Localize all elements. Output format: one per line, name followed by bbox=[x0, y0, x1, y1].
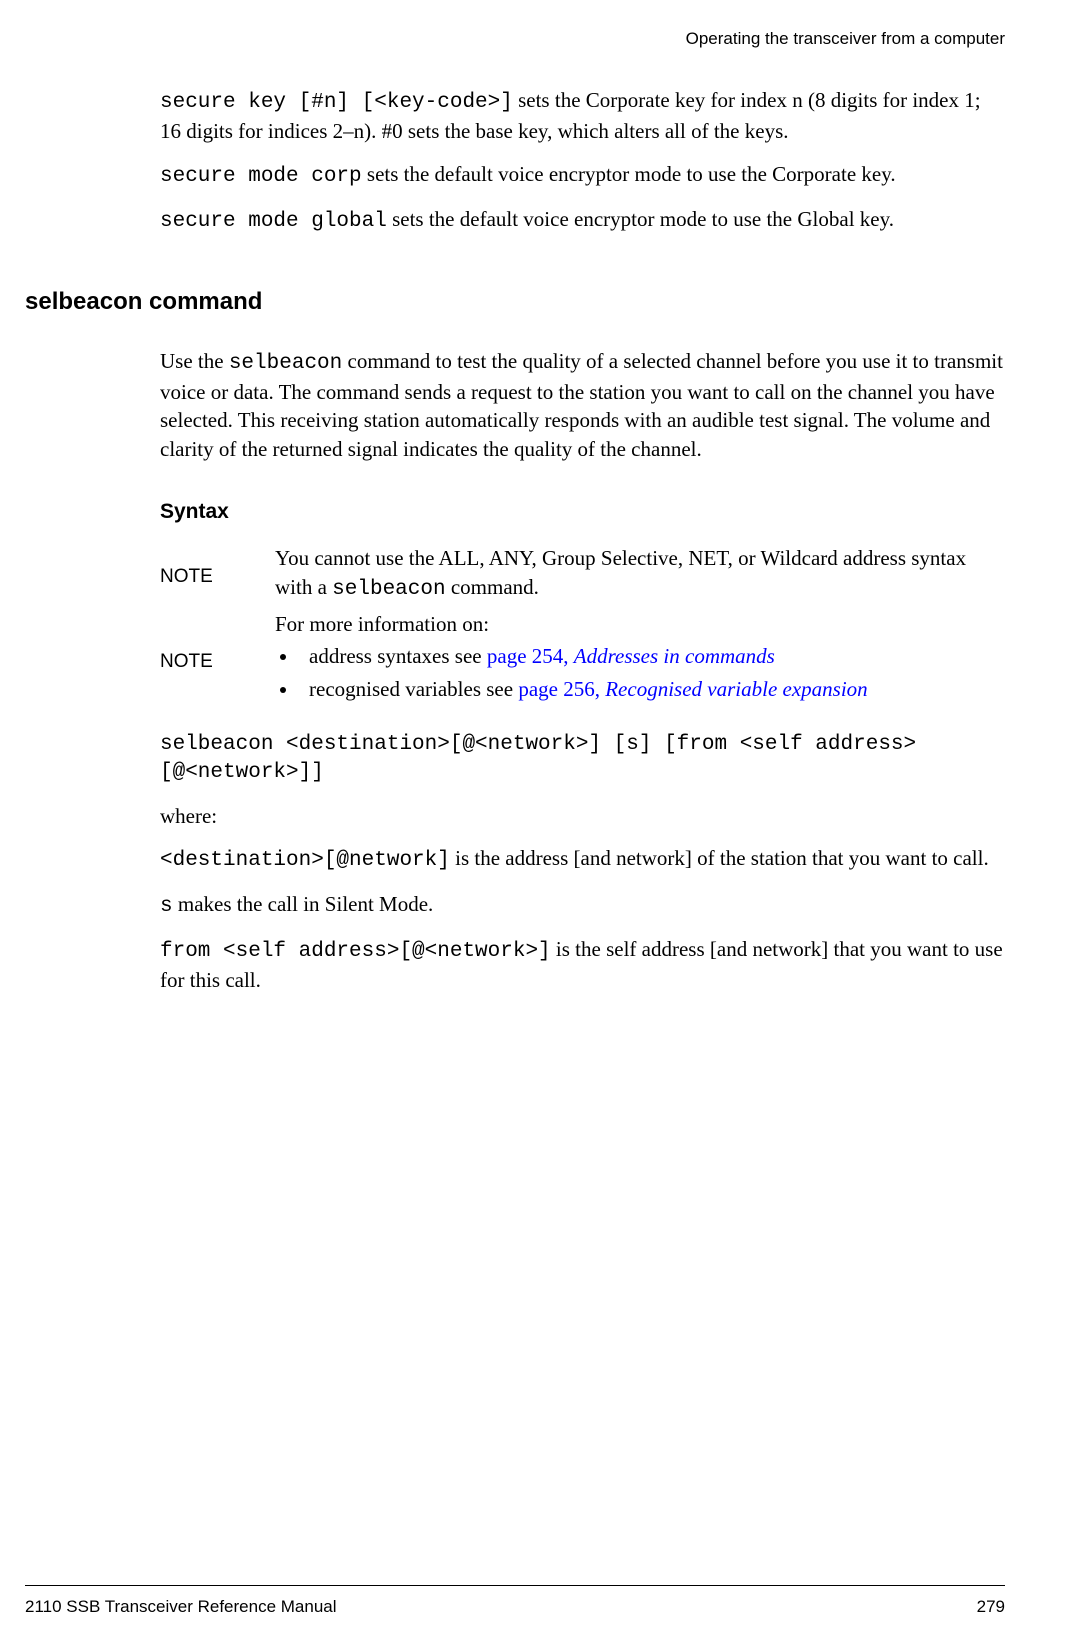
section-title: selbeacon command bbox=[25, 286, 1005, 318]
section-body: Use the selbeacon command to test the qu… bbox=[160, 347, 1005, 995]
note-content-1: You cannot use the ALL, ANY, Group Selec… bbox=[275, 544, 1005, 610]
notes-table: NOTE You cannot use the ALL, ANY, Group … bbox=[160, 544, 1005, 713]
intro-block: secure key [#n] [<key-code>] sets the Co… bbox=[160, 86, 1005, 236]
secure-mode-corp-cmd: secure mode corp bbox=[160, 165, 362, 188]
section-description: Use the selbeacon command to test the qu… bbox=[160, 347, 1005, 463]
def2-cmd: s bbox=[160, 895, 173, 918]
header-chapter: Operating the transceiver from a compute… bbox=[25, 28, 1005, 51]
intro-para-1: secure key [#n] [<key-code>] sets the Co… bbox=[160, 86, 1005, 146]
note2-bullet-2: recognised variables see page 256, Recog… bbox=[299, 675, 1005, 703]
def1-rest: is the address [and network] of the stat… bbox=[450, 846, 989, 870]
page-container: Operating the transceiver from a compute… bbox=[0, 0, 1065, 1639]
note-label-1: NOTE bbox=[160, 544, 275, 610]
definition-1: <destination>[@network] is the address [… bbox=[160, 844, 1005, 875]
note2-intro: For more information on: bbox=[275, 610, 1005, 638]
link-addresses[interactable]: page 254, Addresses in commands bbox=[487, 644, 775, 668]
footer-doc-title: 2110 SSB Transceiver Reference Manual bbox=[25, 1596, 337, 1619]
intro-para-3: secure mode global sets the default voic… bbox=[160, 205, 1005, 236]
section-desc-pre: Use the bbox=[160, 349, 229, 373]
selbeacon-cmd: selbeacon bbox=[229, 352, 342, 375]
note2-b1-text: address syntaxes see bbox=[309, 644, 487, 668]
note1-post: command. bbox=[446, 575, 539, 599]
note-label-2: NOTE bbox=[160, 610, 275, 713]
definition-3: from <self address>[@<network>] is the s… bbox=[160, 935, 1005, 995]
note-content-2: For more information on: address syntaxe… bbox=[275, 610, 1005, 713]
syntax-heading: Syntax bbox=[160, 498, 1005, 526]
note1-cmd: selbeacon bbox=[332, 578, 445, 601]
note2-b2-text: recognised variables see bbox=[309, 677, 518, 701]
def1-cmd: <destination>[@network] bbox=[160, 849, 450, 872]
note-row-1: NOTE You cannot use the ALL, ANY, Group … bbox=[160, 544, 1005, 610]
note2-bullets: address syntaxes see page 254, Addresses… bbox=[275, 642, 1005, 703]
note2-bullet-1: address syntaxes see page 254, Addresses… bbox=[299, 642, 1005, 670]
link-variables[interactable]: page 256, Recognised variable expansion bbox=[518, 677, 867, 701]
secure-mode-corp-desc: sets the default voice encryptor mode to… bbox=[362, 162, 896, 186]
footer-page-number: 279 bbox=[977, 1596, 1005, 1619]
def3-cmd: from <self address>[@<network>] bbox=[160, 940, 551, 963]
where-label: where: bbox=[160, 802, 1005, 830]
def2-rest: makes the call in Silent Mode. bbox=[173, 892, 434, 916]
secure-mode-global-desc: sets the default voice encryptor mode to… bbox=[387, 207, 894, 231]
secure-key-cmd: secure key [#n] [<key-code>] bbox=[160, 91, 513, 114]
syntax-command-line: selbeacon <destination>[@<network>] [s] … bbox=[160, 731, 1005, 788]
definition-2: s makes the call in Silent Mode. bbox=[160, 890, 1005, 921]
note-row-2: NOTE For more information on: address sy… bbox=[160, 610, 1005, 713]
page-footer: 2110 SSB Transceiver Reference Manual 27… bbox=[25, 1585, 1005, 1619]
secure-mode-global-cmd: secure mode global bbox=[160, 210, 387, 233]
intro-para-2: secure mode corp sets the default voice … bbox=[160, 160, 1005, 191]
